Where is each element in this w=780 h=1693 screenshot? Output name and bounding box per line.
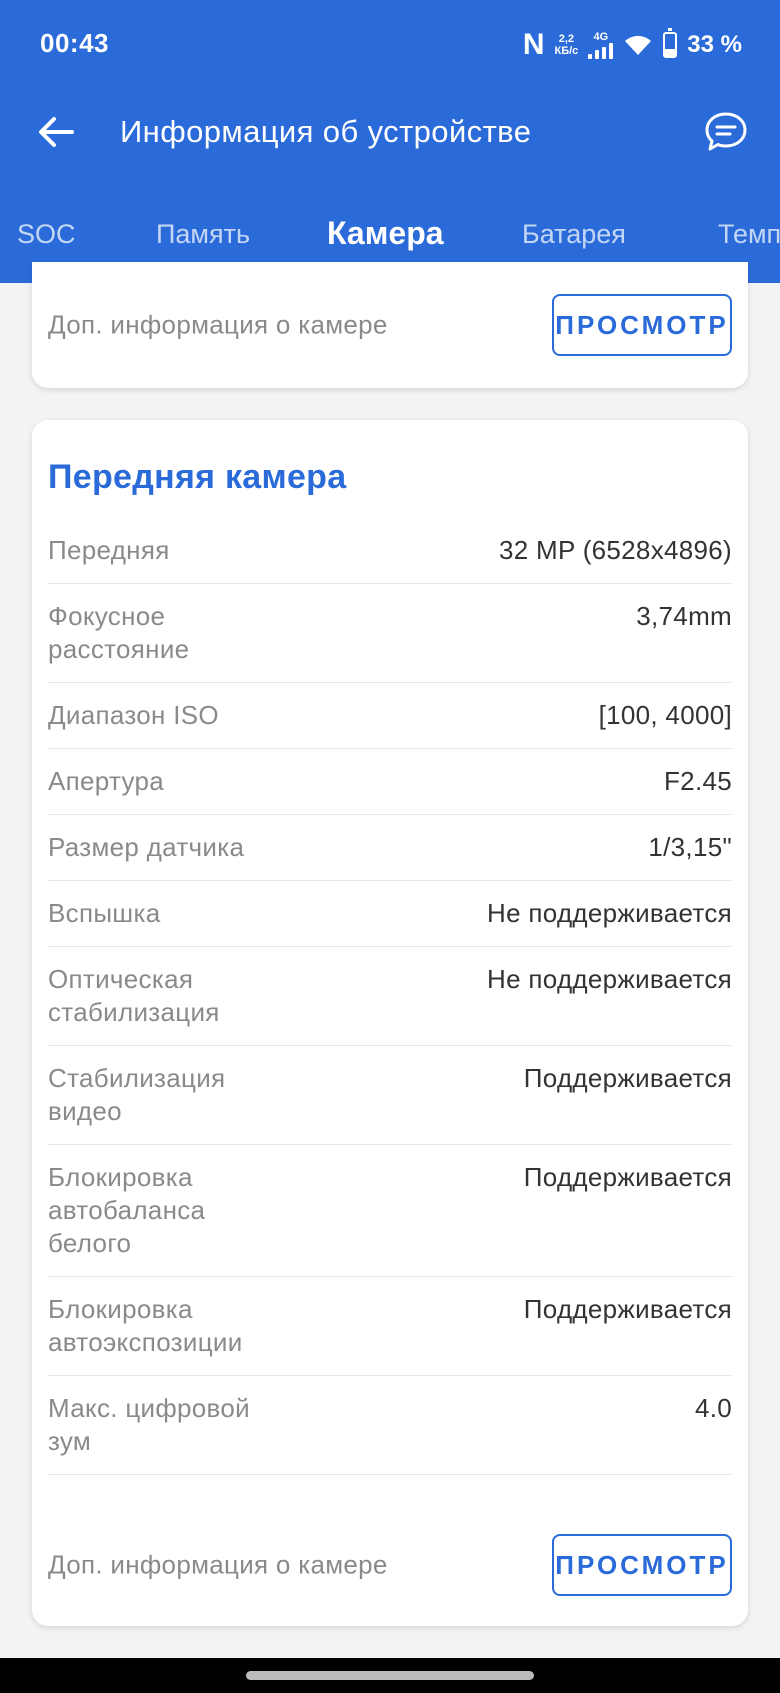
tab-camera[interactable]: Камера: [327, 215, 444, 252]
spec-key: Стабилизация видео: [48, 1063, 226, 1126]
app-bar: 00:43 N 2,2 КБ/с 4G 33 % Информация об у…: [0, 0, 780, 283]
section-title: Передняя камера: [48, 458, 347, 496]
page-title: Информация об устройстве: [120, 114, 532, 149]
rear-camera-card: Доп. информация о камере ПРОСМОТР: [32, 262, 748, 388]
spec-key: Макс. цифровой зум: [48, 1393, 250, 1456]
spec-value: 4.0: [694, 1393, 732, 1423]
more-info-label: Доп. информация о камере: [48, 309, 388, 340]
cellular-signal-icon: 4G: [588, 30, 614, 59]
arrow-left-icon[interactable]: [36, 112, 76, 152]
chat-bubble-icon[interactable]: [704, 110, 748, 154]
tab-memory[interactable]: Память: [156, 219, 250, 250]
battery-icon: [663, 28, 678, 58]
gesture-handle[interactable]: [246, 1671, 534, 1680]
spec-value: F2.45: [664, 766, 732, 796]
spec-row: Передняя 32 MP (6528x4896): [48, 518, 732, 584]
spec-value: [100, 4000]: [598, 700, 732, 730]
spec-value: 32 MP (6528x4896): [499, 535, 732, 565]
network-speed: 2,2 КБ/с: [555, 33, 579, 57]
more-info-row: Доп. информация о камере ПРОСМОТР: [48, 1520, 732, 1610]
tab-battery[interactable]: Батарея: [522, 219, 626, 250]
toolbar: Информация об устройстве: [0, 92, 780, 192]
spec-key: Блокировка автоэкспозиции: [48, 1294, 243, 1357]
spec-list: Передняя 32 MP (6528x4896) Фокусное расст…: [48, 518, 732, 1475]
status-icons: N 2,2 КБ/с 4G 33 %: [523, 28, 742, 62]
spec-row: Диапазон ISO [100, 4000]: [48, 683, 732, 749]
view-more-button[interactable]: ПРОСМОТР: [552, 294, 732, 356]
front-camera-card: Передняя камера Передняя 32 MP (6528x4896…: [32, 420, 748, 1626]
spec-row: Оптическая стабилизация Не поддерживается: [48, 947, 732, 1046]
spec-value: 3,74mm: [636, 601, 732, 631]
spec-key: Оптическая стабилизация: [48, 964, 220, 1027]
spec-value: Не поддерживается: [487, 898, 732, 928]
view-more-button[interactable]: ПРОСМОТР: [552, 1534, 732, 1596]
battery-percent: 33 %: [687, 31, 742, 58]
spec-row: Фокусное расстояние 3,74mm: [48, 584, 732, 683]
status-time: 00:43: [40, 28, 109, 58]
spec-key: Передняя: [48, 535, 170, 565]
spec-row: Апертура F2.45: [48, 749, 732, 815]
spec-row: Блокировка автоэкспозиции Поддерживается: [48, 1277, 732, 1376]
spec-row: Размер датчика 1/3,15": [48, 815, 732, 881]
spec-row: Макс. цифровой зум 4.0: [48, 1376, 732, 1475]
network-speed-value: 2,2: [558, 33, 575, 45]
navigation-bar: [0, 1658, 780, 1693]
spec-key: Диапазон ISO: [48, 700, 219, 730]
more-info-row: Доп. информация о камере ПРОСМОТР: [48, 280, 732, 370]
spec-value: Поддерживается: [523, 1294, 732, 1324]
tab-soc[interactable]: SOC: [17, 219, 76, 250]
spec-row: Вспышка Не поддерживается: [48, 881, 732, 947]
more-info-label: Доп. информация о камере: [48, 1549, 388, 1580]
spec-value: 1/3,15": [648, 832, 732, 862]
wifi-icon: [625, 35, 652, 55]
spec-value: Поддерживается: [523, 1063, 732, 1093]
spec-value: Поддерживается: [523, 1162, 732, 1192]
network-type: 4G: [593, 30, 609, 43]
spec-key: Блокировка автобаланса белого: [48, 1162, 206, 1258]
network-speed-unit: КБ/с: [554, 45, 579, 57]
spec-key: Вспышка: [48, 898, 161, 928]
spec-key: Размер датчика: [48, 832, 245, 862]
spec-row: Стабилизация видео Поддерживается: [48, 1046, 732, 1145]
status-bar: 00:43 N 2,2 КБ/с 4G 33 %: [0, 0, 780, 92]
spec-key: Апертура: [48, 766, 164, 796]
tab-temperature[interactable]: Темп: [718, 219, 780, 250]
spec-value: Не поддерживается: [487, 964, 732, 994]
spec-row: Блокировка автобаланса белого Поддерживае…: [48, 1145, 732, 1277]
spec-key: Фокусное расстояние: [48, 601, 190, 664]
nfc-icon: N: [522, 28, 545, 61]
